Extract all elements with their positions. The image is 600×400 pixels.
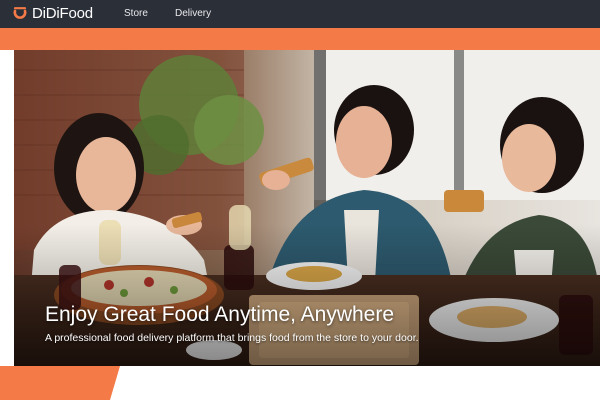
logo-food: Food bbox=[59, 5, 94, 22]
hero-subheadline: A professional food delivery platform th… bbox=[45, 332, 419, 344]
logo-wordmark: DiDiFood bbox=[32, 5, 93, 23]
orange-accent-band bbox=[0, 28, 600, 50]
didi-food-logo[interactable]: DiDiFood bbox=[12, 5, 93, 23]
nav-delivery-link[interactable]: Delivery bbox=[175, 7, 211, 21]
didi-logo-icon bbox=[13, 7, 27, 19]
hero-headline: Enjoy Great Food Anytime, Anywhere bbox=[45, 303, 395, 326]
top-navbar: DiDiFood Store Delivery bbox=[0, 0, 600, 28]
logo-didi: DiDi bbox=[32, 5, 60, 22]
nav-store-link[interactable]: Store bbox=[124, 7, 148, 21]
orange-corner-accent bbox=[0, 366, 120, 400]
